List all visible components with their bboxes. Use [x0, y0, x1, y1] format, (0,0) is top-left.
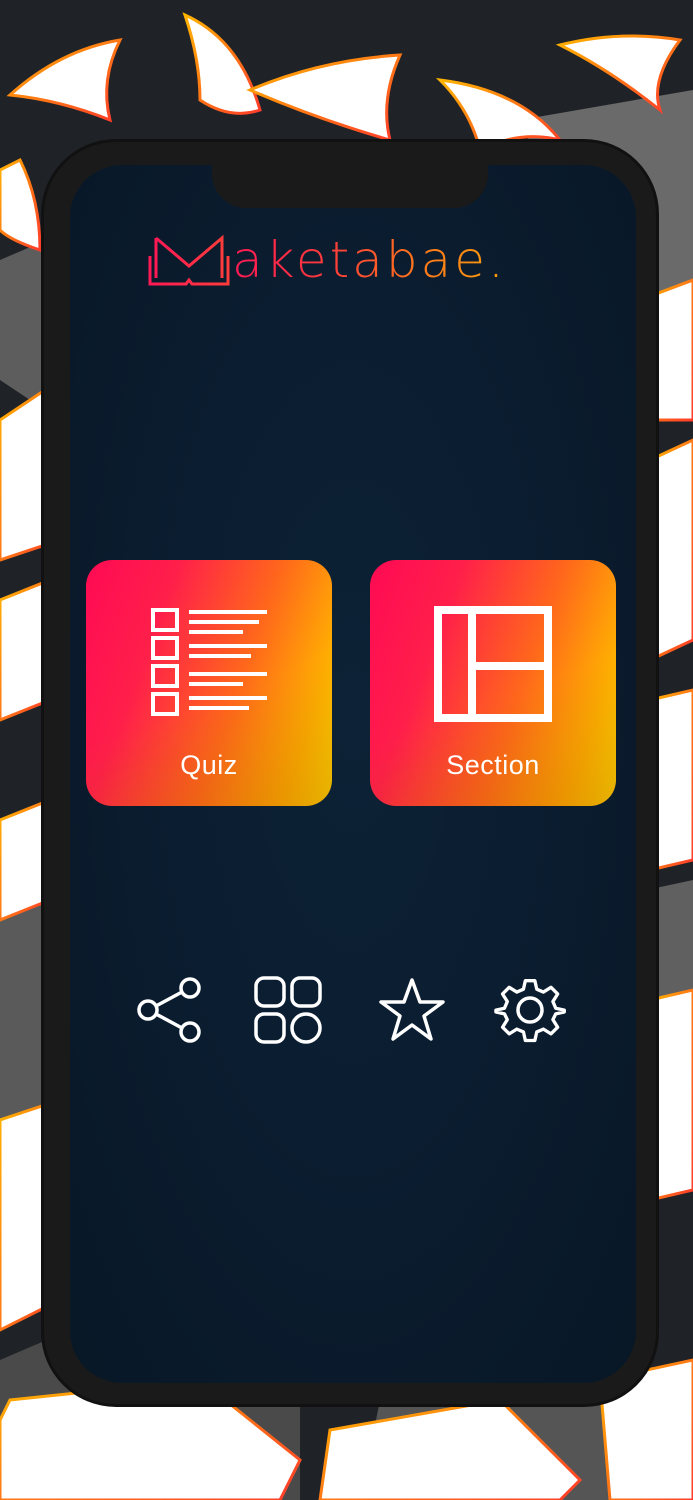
settings-button[interactable] — [494, 974, 566, 1046]
app-logo: aketabae. — [148, 230, 558, 290]
quiz-tile-label: Quiz — [180, 750, 238, 780]
book-logo-icon — [148, 234, 230, 286]
favorites-button[interactable] — [376, 974, 448, 1046]
star-icon — [379, 978, 445, 1041]
gear-icon — [494, 978, 566, 1043]
phone-notch — [212, 142, 488, 208]
section-layout-icon — [434, 606, 552, 722]
share-icon — [137, 977, 201, 1043]
section-tile-label: Section — [446, 750, 540, 780]
share-button[interactable] — [134, 974, 206, 1046]
logo-wordmark: aketabae. — [232, 231, 507, 289]
categories-button[interactable] — [252, 974, 324, 1046]
quiz-tile[interactable]: Quiz — [86, 560, 332, 806]
grid-icon — [254, 976, 322, 1044]
quiz-list-icon — [151, 608, 267, 716]
section-tile[interactable]: Section — [370, 560, 616, 806]
